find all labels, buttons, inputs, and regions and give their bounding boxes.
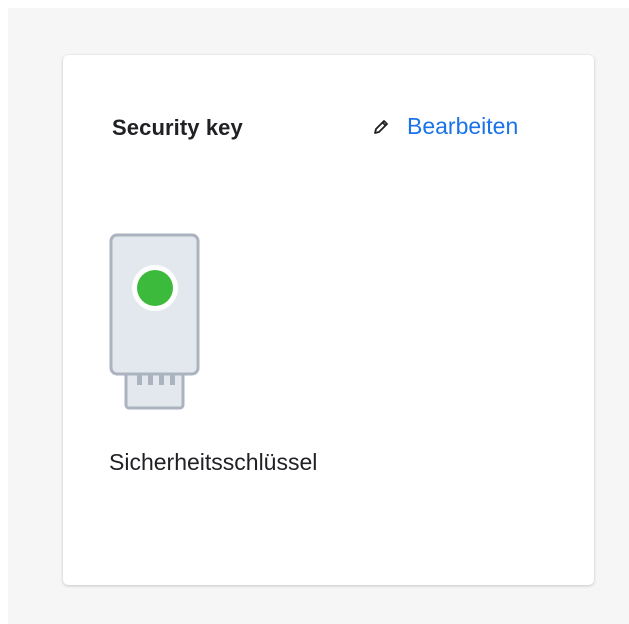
edit-button[interactable]: Bearbeiten — [371, 113, 518, 140]
security-key-name: Sicherheitsschlüssel — [109, 449, 318, 475]
pencil-icon — [371, 117, 391, 137]
card-title: Security key — [112, 115, 243, 140]
security-key-icon — [109, 233, 201, 413]
edit-label: Bearbeiten — [407, 113, 519, 139]
security-key-card: Security key Bearbeiten Sicherheitsschlü… — [63, 55, 594, 585]
